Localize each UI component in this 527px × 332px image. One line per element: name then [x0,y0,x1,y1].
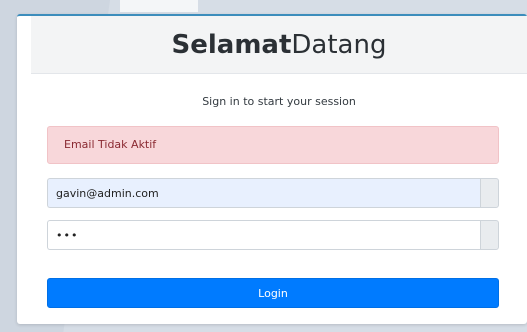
card-header: SelamatDatang [31,16,527,74]
title-bold: Selamat [171,30,292,60]
password-addon [480,220,499,250]
password-input[interactable] [47,220,480,250]
email-input[interactable] [47,178,480,208]
password-input-group [47,220,499,250]
title-light: Datang [291,30,387,60]
background-tab [120,0,198,12]
login-subtitle: Sign in to start your session [202,95,356,108]
email-input-group [47,178,499,208]
login-button[interactable]: Login [47,278,499,308]
error-alert: Email Tidak Aktif [47,126,499,164]
login-card: SelamatDatang Sign in to start your sess… [17,14,527,324]
email-addon [480,178,499,208]
